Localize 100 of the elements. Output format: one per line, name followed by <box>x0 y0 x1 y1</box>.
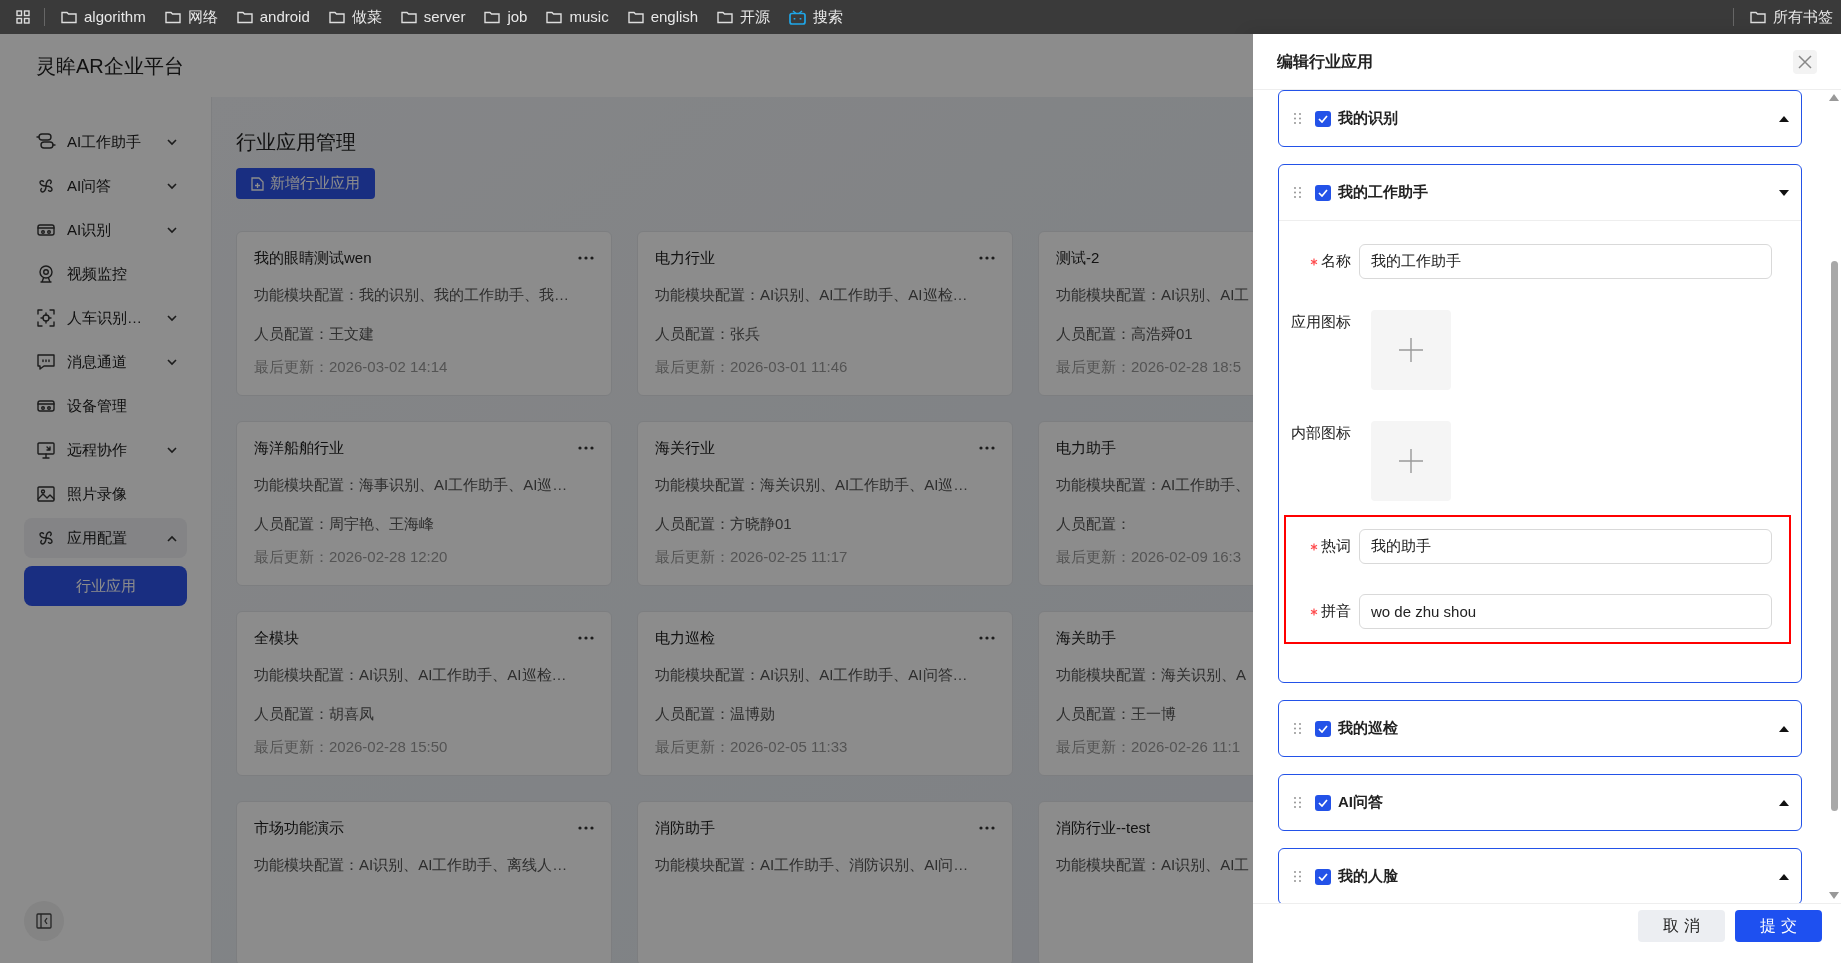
collapse-sidebar-button[interactable] <box>24 901 64 941</box>
scroll-down-icon[interactable] <box>1829 892 1839 899</box>
more-icon[interactable] <box>979 256 995 260</box>
module-text: 功能模块配置：海事识别、AI工作助手、AI巡… <box>254 475 569 495</box>
module-title: AI问答 <box>1338 792 1384 813</box>
drag-handle-icon[interactable] <box>1294 871 1301 882</box>
module-text: 功能模块配置：海关识别、AI工作助手、AI巡… <box>655 475 970 495</box>
drag-handle-icon[interactable] <box>1294 187 1301 198</box>
sidebar-item[interactable]: 设备管理 <box>24 386 187 426</box>
staff-text: 人员配置：胡喜凤 <box>254 704 375 724</box>
caret-icon[interactable] <box>1779 799 1789 806</box>
sidebar-item[interactable]: 远程协作 <box>24 430 187 470</box>
field-label: 拼音 <box>1321 601 1351 622</box>
caret-icon[interactable] <box>1779 725 1789 732</box>
tv-icon <box>789 9 807 25</box>
module-text: 功能模块配置：AI识别、AI工 <box>1056 855 1251 875</box>
module-title: 我的工作助手 <box>1338 182 1429 203</box>
card-title: 电力助手 <box>1056 437 1117 458</box>
text-field[interactable]: 我的助手 <box>1359 529 1772 564</box>
caret-icon[interactable] <box>1779 189 1789 196</box>
sidebar-item[interactable]: 消息通道 <box>24 342 187 382</box>
module-text: 功能模块配置：我的识别、我的工作助手、我… <box>254 285 570 305</box>
folder-icon <box>328 10 345 24</box>
drag-handle-icon[interactable] <box>1294 113 1301 124</box>
check-icon <box>1318 188 1328 197</box>
bookmark[interactable]: 网络 <box>164 5 218 29</box>
check-icon <box>1318 724 1328 733</box>
apps-icon[interactable] <box>16 10 30 24</box>
more-icon[interactable] <box>578 446 594 450</box>
close-icon <box>1798 54 1812 69</box>
bookmark[interactable]: 搜索 <box>789 5 844 29</box>
bookmark[interactable]: android <box>236 5 310 29</box>
module-text: 功能模块配置：AI识别、AI工作助手、离线人… <box>254 855 569 875</box>
field-label: 热词 <box>1321 536 1351 557</box>
text-field[interactable]: wo de zhu shou <box>1359 594 1772 629</box>
all-bookmarks[interactable]: 所有书签 <box>1750 5 1833 29</box>
more-icon[interactable] <box>578 256 594 260</box>
more-icon[interactable] <box>578 636 594 640</box>
check-icon <box>1318 872 1328 881</box>
folder-icon <box>236 10 253 24</box>
bookmark[interactable]: server <box>400 5 466 29</box>
staff-text: 人员配置：王一博 <box>1056 704 1177 724</box>
plus-icon <box>1399 449 1423 473</box>
card-title: 消防行业--test <box>1056 817 1152 838</box>
sidebar-item[interactable]: 照片录像 <box>24 474 187 514</box>
bookmark[interactable]: english <box>627 5 699 29</box>
more-icon[interactable] <box>979 446 995 450</box>
checkbox[interactable] <box>1315 720 1331 737</box>
more-icon[interactable] <box>979 826 995 830</box>
folder-icon <box>164 10 181 24</box>
more-icon[interactable] <box>578 826 594 830</box>
staff-text: 人员配置：方晓静01 <box>655 514 793 534</box>
folder-icon <box>627 10 644 24</box>
field-label: 内部图标 <box>1291 423 1351 443</box>
bookmark[interactable]: music <box>546 5 609 29</box>
drag-handle-icon[interactable] <box>1294 723 1301 734</box>
bookmark[interactable]: 开源 <box>717 5 771 29</box>
card-title: 我的眼睛测试wen <box>254 247 373 268</box>
card-title: 海关助手 <box>1056 627 1117 648</box>
module-title: 我的人脸 <box>1338 866 1399 887</box>
submit-button[interactable]: 提 交 <box>1735 910 1822 942</box>
text-field[interactable]: 我的工作助手 <box>1359 244 1772 279</box>
cancel-button[interactable]: 取 消 <box>1638 910 1725 942</box>
staff-text: 人员配置：温博勋 <box>655 704 776 724</box>
scrollbar-thumb[interactable] <box>1830 261 1838 811</box>
scan-icon <box>36 308 56 328</box>
module-title: 我的巡检 <box>1338 718 1399 739</box>
close-button[interactable] <box>1793 49 1817 74</box>
sidebar-item[interactable]: AI工作助手 <box>24 122 187 162</box>
module-title: 我的识别 <box>1338 108 1399 129</box>
bookmark[interactable]: 做菜 <box>328 5 382 29</box>
card-title: 测试-2 <box>1056 247 1101 268</box>
module-text: 功能模块配置：AI识别、AI工作助手、AI巡检… <box>655 285 969 305</box>
checkbox[interactable] <box>1315 868 1331 885</box>
caret-icon[interactable] <box>1779 115 1789 122</box>
bookmark[interactable]: job <box>484 5 528 29</box>
checkbox[interactable] <box>1315 794 1331 811</box>
more-icon[interactable] <box>979 636 995 640</box>
checkbox[interactable] <box>1315 184 1331 201</box>
folder-icon <box>400 10 417 24</box>
scroll-up-icon[interactable] <box>1829 94 1839 101</box>
add-button[interactable]: 新增行业应用 <box>236 168 375 199</box>
bookmark[interactable]: algorithm <box>61 5 146 29</box>
module-text: 功能模块配置：AI识别、AI工 <box>1056 285 1251 305</box>
card-title: 全模块 <box>254 627 300 648</box>
caret-icon[interactable] <box>1779 873 1789 880</box>
folder-icon <box>1750 10 1766 24</box>
sidebar-item[interactable]: 视频监控 <box>24 254 187 294</box>
sidebar-subitem[interactable]: 行业应用 <box>24 566 187 606</box>
drag-handle-icon[interactable] <box>1294 797 1301 808</box>
checkbox[interactable] <box>1315 110 1331 127</box>
plus-icon <box>1399 338 1423 362</box>
sidebar-item[interactable]: 人车识别… <box>24 298 187 338</box>
card-title: 电力巡检 <box>655 627 716 648</box>
sidebar-item[interactable]: AI识别 <box>24 210 187 250</box>
folder-icon <box>717 10 734 24</box>
field-label: 名称 <box>1321 251 1351 272</box>
sidebar-item[interactable]: AI问答 <box>24 166 187 206</box>
module-text: 功能模块配置：AI工作助手、 <box>1056 475 1252 495</box>
card-title: 海洋船舶行业 <box>254 437 345 458</box>
